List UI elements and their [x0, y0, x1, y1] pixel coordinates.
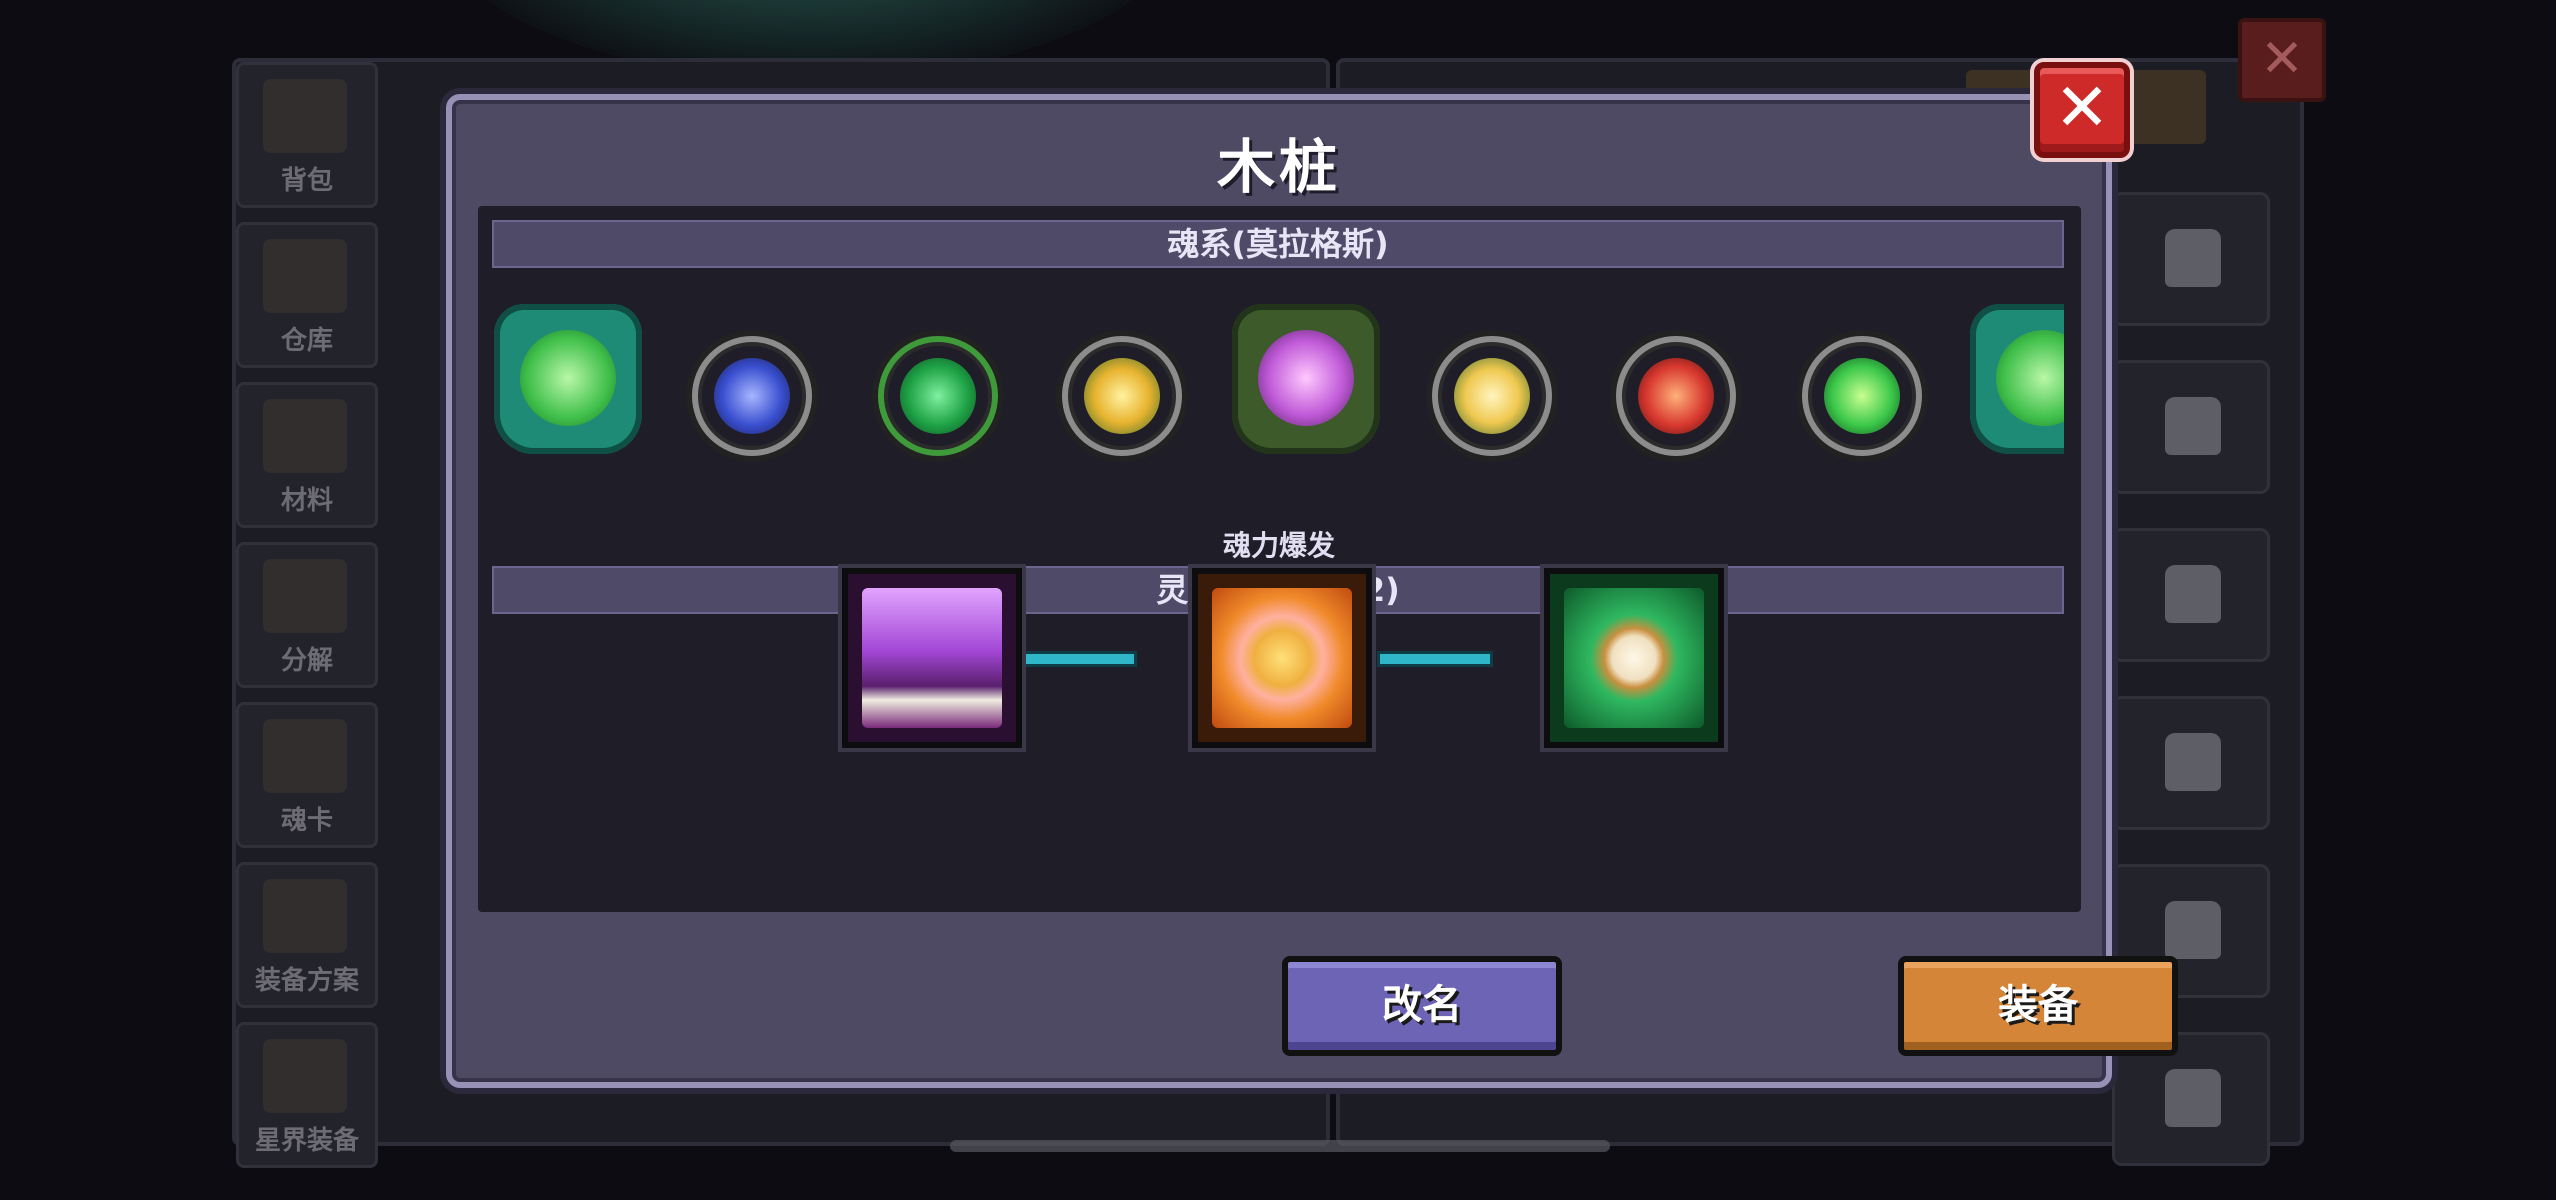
soul-card-icon: [263, 719, 347, 793]
shirt-icon: [2165, 397, 2221, 455]
green-serpent-soul-icon: [878, 336, 998, 456]
crossed-blades-soul-icon: [494, 304, 642, 454]
golden-wing-soul-icon: [1432, 336, 1552, 456]
sidebar-item-equip-plans: 装备方案: [236, 862, 378, 1008]
soul-slot-1[interactable]: [488, 296, 648, 496]
crimson-sword-soul-icon: [1616, 336, 1736, 456]
backpack-icon: [263, 79, 347, 153]
shirt-icon: [2165, 229, 2221, 287]
equipment-slot: [2112, 360, 2270, 494]
sidebar-item-label: 魂卡: [280, 806, 333, 836]
golden-shield-burst-icon: [1212, 588, 1352, 728]
sidebar-item-label: 仓库: [280, 326, 333, 356]
equipment-slot: [2112, 192, 2270, 326]
purple-flame-book-icon: [862, 588, 1002, 728]
shirt-icon: [2165, 733, 2221, 791]
astral-gear-icon: [263, 1039, 347, 1113]
dialog-title: 木桩: [1216, 133, 1341, 201]
equipment-slot: [2112, 696, 2270, 830]
soul-skill-2[interactable]: [1192, 568, 1372, 748]
shirt-icon: [2165, 1069, 2221, 1127]
sidebar-item-decompose: 分解: [236, 542, 378, 688]
equipment-slot: [2112, 528, 2270, 662]
golden-flame-soul-icon: [1062, 336, 1182, 456]
soul-burst-label: 魂力爆发: [1222, 529, 1335, 562]
soul-slot-7[interactable]: [1596, 296, 1756, 496]
equip-button[interactable]: 装备: [1898, 956, 2178, 1056]
blue-rune-soul-icon: [692, 336, 812, 456]
soul-skill-3[interactable]: [1544, 568, 1724, 748]
soul-slot-4[interactable]: [1042, 296, 1202, 496]
green-stopwatch-icon: [1564, 588, 1704, 728]
home-indicator: [950, 1140, 1610, 1152]
warehouse-icon: [263, 239, 347, 313]
rename-button[interactable]: 改名: [1282, 956, 1562, 1056]
soul-slot-2[interactable]: [672, 296, 832, 496]
background-sidebar: 背包 仓库 材料 分解 魂卡 装备方案 星界装备: [236, 62, 378, 1182]
sidebar-item-astral-gear: 星界装备: [236, 1022, 378, 1168]
close-icon: ✕: [2054, 69, 2110, 146]
sidebar-item-warehouse: 仓库: [236, 222, 378, 368]
sidebar-item-label: 装备方案: [254, 966, 359, 996]
skill-connector-left: [1026, 654, 1134, 664]
soul-slot-9[interactable]: [1964, 296, 2064, 496]
soul-slot-3[interactable]: [858, 296, 1018, 496]
close-button[interactable]: ✕: [2034, 62, 2130, 158]
crossed-staffs-soul-icon: [1970, 304, 2064, 454]
sidebar-item-label: 分解: [280, 646, 333, 676]
sidebar-item-materials: 材料: [236, 382, 378, 528]
soul-section-header: 魂系(莫拉格斯): [492, 220, 2064, 268]
skill-connector-right: [1380, 654, 1490, 664]
green-key-soul-icon: [1802, 336, 1922, 456]
soul-skill-1[interactable]: [842, 568, 1022, 748]
soul-slot-5[interactable]: [1226, 296, 1386, 496]
decompose-icon: [263, 559, 347, 633]
loadout-dialog: 木桩 魂系(莫拉格斯) 魂力爆发 改名 装备: [446, 94, 2178, 1088]
shirt-icon: [2165, 901, 2221, 959]
sidebar-item-soul-cards: 魂卡: [236, 702, 378, 848]
sidebar-item-label: 背包: [280, 166, 333, 196]
sidebar-item-backpack: 背包: [236, 62, 378, 208]
purple-crystal-soul-icon: [1232, 304, 1380, 454]
soul-slot-8[interactable]: [1782, 296, 1942, 496]
equip-plan-icon: [263, 879, 347, 953]
soul-slot-6[interactable]: [1412, 296, 1572, 496]
soul-row: [488, 296, 2064, 496]
sidebar-item-label: 星界装备: [254, 1126, 359, 1156]
background-close-button: ✕: [2238, 18, 2326, 102]
sidebar-item-label: 材料: [280, 486, 333, 516]
materials-icon: [263, 399, 347, 473]
shirt-icon: [2165, 565, 2221, 623]
